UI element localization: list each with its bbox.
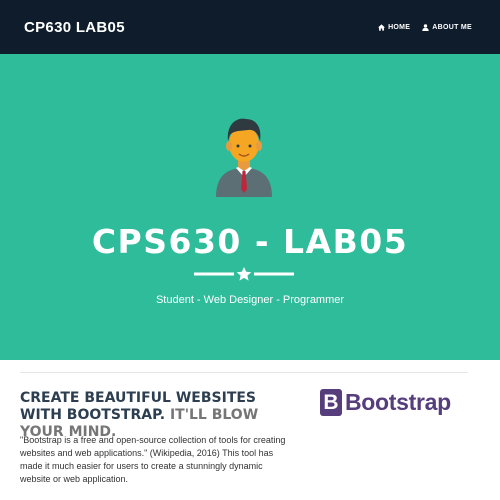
hero-section: CPS630 - LAB05 Student - Web Designer - … [0, 54, 500, 360]
home-icon [378, 23, 386, 31]
nav-about-link[interactable]: ABOUT ME [422, 24, 472, 31]
nav-home-link[interactable]: HOME [378, 24, 410, 31]
hero-title: CPS630 - LAB05 [91, 222, 409, 261]
section-divider [20, 372, 468, 373]
nav-links: HOME ABOUT ME [378, 24, 472, 31]
bootstrap-logo-word: Bootstrap [345, 389, 451, 415]
bootstrap-logo: B Bootstrap [320, 389, 451, 416]
nav-home-label: HOME [388, 23, 411, 31]
navbar: CP630 LAB05 HOME ABOUT ME [0, 0, 500, 54]
person-avatar-icon [216, 118, 272, 197]
brand-link[interactable]: CP630 LAB05 [24, 19, 125, 36]
hero-subtitle: Student - Web Designer - Programmer [155, 294, 345, 306]
user-icon [422, 23, 429, 31]
bootstrap-logo-mark: B [320, 389, 342, 416]
nav-about-label: ABOUT ME [432, 23, 472, 31]
star-divider [194, 267, 294, 281]
bootstrap-description: "Bootstrap is a free and open-source col… [20, 435, 286, 484]
star-icon [236, 267, 252, 281]
